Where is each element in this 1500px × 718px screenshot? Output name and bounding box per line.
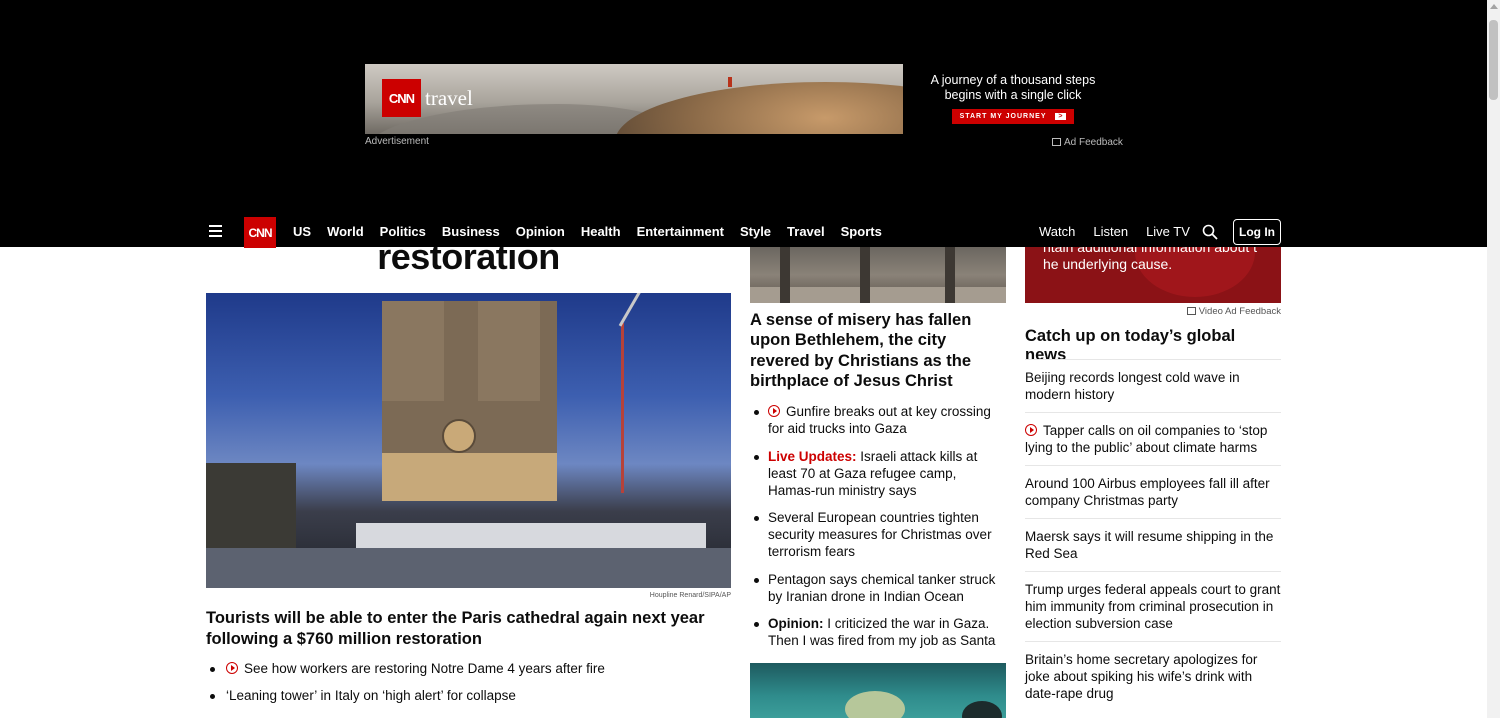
menu-icon[interactable] [209, 225, 222, 237]
list-item[interactable]: Tapper calls on oil companies to ‘stop l… [1025, 412, 1281, 465]
ad-zone: CNN travel A journey of a thousand steps… [0, 0, 1487, 218]
nav-link-health[interactable]: Health [581, 224, 621, 239]
search-icon[interactable] [1202, 224, 1218, 240]
ad-banner[interactable]: CNN travel A journey of a thousand steps… [365, 64, 1123, 134]
cnn-logo[interactable]: CNN [244, 217, 276, 248]
video-ad-caption: ntain additional information about t he … [1043, 247, 1258, 272]
nav-link-us[interactable]: US [293, 224, 311, 239]
page-scrollbar[interactable] [1487, 0, 1500, 718]
list-item[interactable]: Britain’s home secretary apologizes for … [1025, 641, 1281, 711]
list-item[interactable]: Pentagon says chemical tanker struck by … [750, 571, 1006, 605]
video-ad-feedback-link[interactable]: Video Ad Feedback [1025, 306, 1281, 317]
cathedral-lights [382, 453, 557, 501]
pillar [945, 247, 955, 303]
nav-link-world[interactable]: World [327, 224, 364, 239]
login-button[interactable]: Log In [1233, 219, 1281, 245]
video-play-icon [768, 405, 780, 417]
nav-right-links: Watch Listen Live TV [1039, 224, 1208, 239]
ad-copy-line1: A journey of a thousand steps [930, 73, 1096, 87]
video-play-icon [226, 662, 238, 674]
scroll-up-arrow-icon[interactable] [1490, 4, 1498, 9]
plaza [206, 548, 731, 588]
nav-links: US World Politics Business Opinion Healt… [293, 224, 898, 239]
nav-link-travel[interactable]: Travel [787, 224, 825, 239]
cathedral-tower-left [382, 301, 444, 401]
list-item[interactable]: Beijing records longest cold wave in mod… [1025, 359, 1281, 412]
list-item[interactable]: Around 100 Airbus employees fall ill aft… [1025, 465, 1281, 518]
pillar [780, 247, 790, 303]
ad-cta-button[interactable]: START MY JOURNEY > [951, 109, 1075, 124]
aquarium-image[interactable] [750, 663, 1006, 718]
pillar [860, 247, 870, 303]
ad-copy: A journey of a thousand steps begins wit… [903, 73, 1123, 103]
nav-link-watch[interactable]: Watch [1039, 224, 1075, 239]
rose-window [442, 419, 476, 453]
notre-dame-headline[interactable]: Tourists will be able to enter the Paris… [206, 608, 731, 650]
video-ad[interactable]: ntain additional information about t he … [1025, 247, 1281, 303]
construction-hoarding [356, 523, 706, 548]
list-item[interactable]: Opinion: I criticized the war in Gaza. T… [750, 615, 1006, 649]
crane-arm [618, 293, 642, 327]
feedback-icon [1186, 307, 1196, 315]
nav-link-listen[interactable]: Listen [1093, 224, 1128, 239]
ad-brand-word: travel [425, 86, 473, 110]
ad-copy-line2: begins with a single click [944, 88, 1082, 102]
feedback-icon [1052, 138, 1061, 146]
bethlehem-related-list: Gunfire breaks out at key crossing for a… [750, 403, 1006, 660]
ad-cta-label: START MY JOURNEY [959, 113, 1047, 120]
list-item[interactable]: Trump urges federal appeals court to gra… [1025, 571, 1281, 641]
nav-link-sports[interactable]: Sports [841, 224, 882, 239]
ad-hiker-figure [728, 77, 732, 87]
video-play-icon [1025, 424, 1037, 436]
main-nav: CNN US World Politics Business Opinion H… [0, 214, 1487, 248]
opinion-label: Opinion: [768, 616, 824, 631]
image-credit: Houpline Renard/SIPA/AP [649, 592, 731, 599]
list-item[interactable]: Gunfire breaks out at key crossing for a… [750, 403, 1006, 437]
global-news-list: Beijing records longest cold wave in mod… [1025, 359, 1281, 711]
ad-cta-arrow: > [1055, 113, 1067, 120]
list-item[interactable]: Maersk says it will resume shipping in t… [1025, 518, 1281, 571]
list-item[interactable]: See how workers are restoring Notre Dame… [206, 660, 731, 678]
silhouette [962, 701, 1002, 718]
nav-link-politics[interactable]: Politics [380, 224, 426, 239]
nav-link-entertainment[interactable]: Entertainment [637, 224, 724, 239]
ad-feedback-label: Ad Feedback [1064, 137, 1123, 148]
bethlehem-headline[interactable]: A sense of misery has fallen upon Bethle… [750, 310, 1006, 391]
scroll-thumb[interactable] [1489, 20, 1498, 100]
list-item[interactable]: ‘Leaning tower’ in Italy on ‘high alert’… [206, 687, 731, 705]
advertisement-label: Advertisement [365, 136, 429, 147]
notre-dame-image[interactable] [206, 293, 731, 588]
bethlehem-image[interactable] [750, 247, 1006, 303]
list-item[interactable]: Several European countries tighten secur… [750, 509, 1006, 560]
nav-link-live-tv[interactable]: Live TV [1146, 224, 1190, 239]
fish [845, 691, 905, 718]
notre-dame-related-list: See how workers are restoring Notre Dame… [206, 660, 731, 714]
live-updates-label: Live Updates: [768, 448, 857, 464]
nav-link-business[interactable]: Business [442, 224, 500, 239]
cathedral-tower-right [478, 301, 540, 401]
nav-link-opinion[interactable]: Opinion [516, 224, 565, 239]
ad-feedback-link[interactable]: Ad Feedback [1052, 137, 1123, 148]
crane [621, 323, 624, 493]
nav-link-style[interactable]: Style [740, 224, 771, 239]
list-item[interactable]: Live Updates: Israeli attack kills at le… [750, 448, 1006, 499]
ad-copy-panel: A journey of a thousand steps begins wit… [903, 64, 1123, 134]
ad-cnn-logo: CNN [382, 79, 421, 117]
